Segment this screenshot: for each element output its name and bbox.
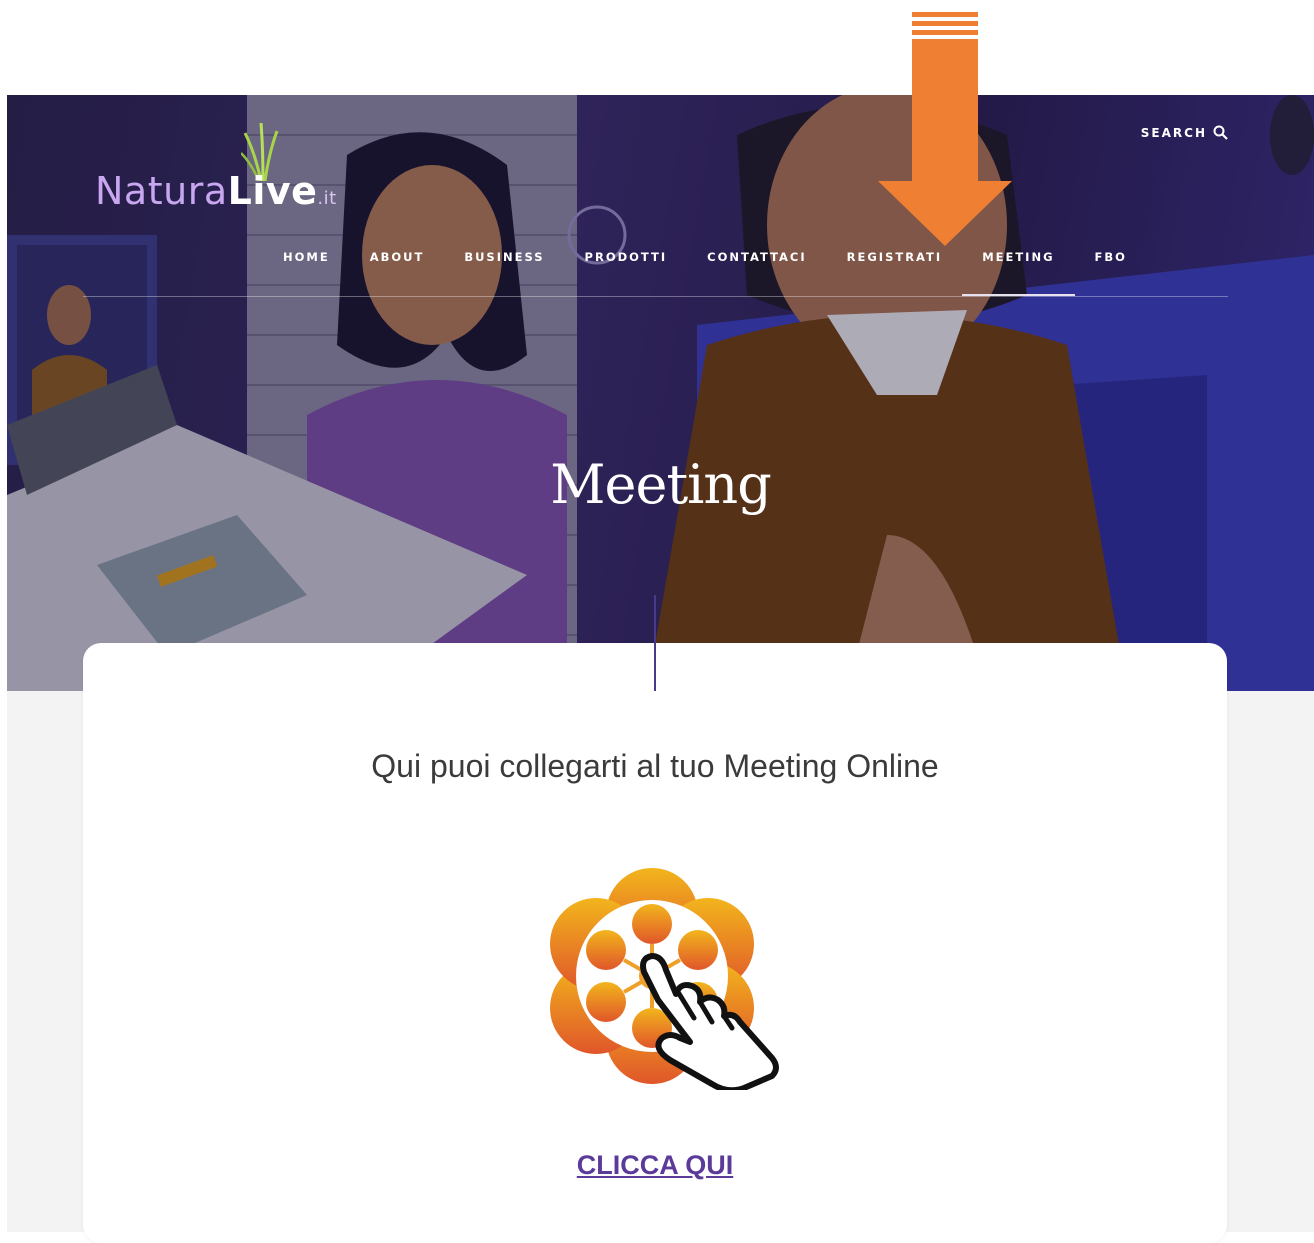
logo-text-natura: Natura	[95, 169, 228, 213]
meeting-app-link[interactable]	[548, 862, 780, 1094]
clicca-qui-link[interactable]: CLICCA QUI	[83, 1150, 1227, 1181]
nav-item-business[interactable]: BUSINESS	[444, 250, 564, 296]
nav-item-home[interactable]: HOME	[263, 250, 350, 296]
nav-item-prodotti[interactable]: PRODOTTI	[565, 250, 688, 296]
search-icon	[1213, 125, 1228, 140]
vertical-divider	[654, 595, 656, 691]
site-logo[interactable]: NaturaLive.it	[95, 123, 375, 213]
search-label: SEARCH	[1140, 125, 1207, 140]
logo-text-domain: .it	[317, 188, 337, 209]
annotation-arrow-icon	[878, 12, 1012, 246]
main-nav: HOME ABOUT BUSINESS PRODOTTI CONTATTACI …	[263, 250, 1147, 296]
nav-item-meeting[interactable]: MEETING	[962, 250, 1075, 296]
gotomeeting-flower-icon	[550, 868, 779, 1094]
nav-divider	[83, 296, 1228, 297]
nav-item-fbo[interactable]: FBO	[1075, 250, 1147, 296]
page-title: Meeting	[550, 453, 772, 517]
nav-item-about[interactable]: ABOUT	[350, 250, 445, 296]
search-button[interactable]: SEARCH	[1141, 125, 1228, 140]
nav-item-contattaci[interactable]: CONTATTACI	[687, 250, 826, 296]
content-subtitle: Qui puoi collegarti al tuo Meeting Onlin…	[371, 748, 939, 784]
logo-text-live: Live	[227, 169, 318, 213]
hero-banner: NaturaLive.it SEARCH HOME ABOUT BUSINESS…	[7, 95, 1314, 691]
nav-item-registrati[interactable]: REGISTRATI	[827, 250, 963, 296]
